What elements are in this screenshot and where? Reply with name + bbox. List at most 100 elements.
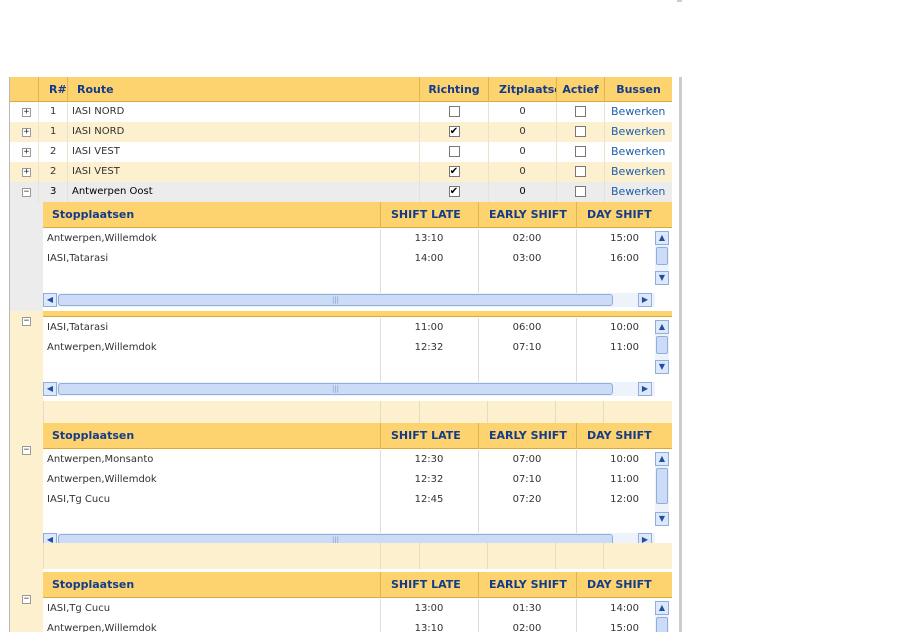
scroll-left-icon[interactable]: ◀	[43, 293, 57, 307]
detail-row[interactable]: IASI,Tatarasi 14:00 03:00 16:00	[43, 249, 653, 269]
day-shift-time: 10:00	[610, 322, 639, 333]
expand-icon[interactable]: +	[22, 128, 31, 137]
column-header-bussen[interactable]: Bussen	[604, 77, 672, 102]
scroll-down-icon[interactable]: ▼	[655, 271, 669, 285]
row-number: 2	[50, 146, 57, 157]
scroll-thumb[interactable]: |||	[58, 294, 613, 306]
column-header-early-shift-time[interactable]: EARLY SHIFT	[478, 423, 576, 449]
stop-name: IASI,Tatarasi	[47, 322, 109, 333]
actief-checkbox[interactable]	[575, 145, 586, 157]
column-header-day-shift-time[interactable]: DAY SHIFT	[576, 423, 668, 449]
table-row[interactable]: +1 IASI NORD 0 Bewerken	[10, 102, 672, 122]
richting-checkbox-cell: ✔	[419, 122, 488, 142]
expand-icon[interactable]: +	[22, 168, 31, 177]
column-header-zitplaatsen[interactable]: Zitplaatse	[488, 77, 556, 102]
scroll-up-icon[interactable]: ▲	[655, 601, 669, 615]
column-header-stop-name[interactable]: Stopplaatsen	[43, 423, 380, 449]
column-header-day-shift-time[interactable]: DAY SHIFT	[576, 572, 668, 598]
detail-row[interactable]: Antwerpen,Willemdok 13:10 02:00 15:00	[43, 229, 653, 249]
bewerken-link[interactable]: Bewerken	[605, 165, 665, 178]
scroll-thumb[interactable]	[656, 468, 668, 504]
column-header-actief[interactable]: Actief	[556, 77, 604, 102]
detail-row[interactable]: IASI,Tg Cucu 13:00 01:30 14:00	[43, 599, 653, 619]
bewerken-link[interactable]: Bewerken	[605, 125, 665, 138]
table-row[interactable]: − 3 Antwerpen Oost ✔ 0 Bewerken	[10, 182, 672, 202]
scroll-left-icon[interactable]: ◀	[43, 382, 57, 396]
detail-row[interactable]: IASI,Tg Cucu 12:45 07:20 12:00	[43, 490, 653, 510]
scroll-thumb[interactable]	[656, 247, 668, 265]
collapse-icon[interactable]: −	[22, 188, 31, 197]
vertical-scrollbar[interactable]: ▲ ▼	[655, 231, 669, 285]
column-header-shift-late-time[interactable]: SHIFT LATE	[380, 572, 478, 598]
column-header-route[interactable]: Route	[67, 77, 419, 102]
detail-row[interactable]: Antwerpen,Willemdok 13:10 02:00 15:00	[43, 619, 653, 632]
shift-late-time: 12:32	[414, 342, 444, 353]
scroll-right-icon[interactable]: ▶	[638, 293, 652, 307]
scroll-right-icon[interactable]: ▶	[638, 382, 652, 396]
actief-checkbox[interactable]	[575, 125, 586, 137]
zitplaatsen-value: 0	[519, 166, 526, 177]
detail-row[interactable]: Antwerpen,Willemdok 12:32 07:10 11:00	[43, 338, 653, 358]
expand-icon[interactable]: +	[22, 108, 31, 117]
bewerken-link[interactable]: Bewerken	[605, 105, 665, 118]
detail-header: Stopplaatsen SHIFT LATE EARLY SHIFT DAY SHI…	[43, 572, 672, 598]
table-row[interactable]: +2 IASI VEST 0 Bewerken	[10, 142, 672, 162]
richting-checkbox[interactable]	[448, 145, 460, 157]
row-number-cell: 1	[38, 102, 67, 122]
bewerken-link[interactable]: Bewerken	[605, 145, 665, 158]
grid-header: R# Route Richting Zitplaatse Actief Buss…	[10, 77, 672, 102]
route-name: Antwerpen Oost	[72, 186, 153, 197]
early-shift-time: 07:10	[512, 342, 542, 353]
day-shift-time: 15:00	[610, 233, 639, 244]
detail-row[interactable]: IASI,Tatarasi 11:00 06:00 10:00	[43, 318, 653, 338]
richting-checkbox-cell: ✔	[419, 162, 488, 182]
scroll-up-icon[interactable]: ▲	[655, 320, 669, 334]
collapse-icon[interactable]: −	[22, 446, 31, 455]
table-row[interactable]: +2 IASI VEST ✔ 0 Bewerken	[10, 162, 672, 182]
scroll-up-icon[interactable]: ▲	[655, 231, 669, 245]
column-divider	[555, 543, 556, 569]
detail-header: Stopplaatsen SHIFT LATE EARLY SHIFT DAY SHI…	[43, 423, 672, 449]
day-shift-time: 15:00	[610, 623, 639, 632]
detail-row[interactable]: Antwerpen,Monsanto 12:30 07:00 10:00	[43, 450, 653, 470]
column-header-rownum[interactable]: R#	[38, 77, 67, 102]
detail-gutter	[10, 202, 43, 311]
collapse-icon[interactable]: −	[22, 595, 31, 604]
column-header-shift-late-time[interactable]: SHIFT LATE	[380, 423, 478, 449]
richting-checkbox[interactable]: ✔	[448, 125, 460, 137]
column-header-stop-name[interactable]: Stopplaatsen	[43, 202, 380, 228]
actief-checkbox[interactable]	[575, 105, 586, 117]
detail-row[interactable]: Antwerpen,Willemdok 12:32 07:10 11:00	[43, 470, 653, 490]
actief-checkbox[interactable]	[575, 185, 586, 197]
vertical-scrollbar[interactable]: ▲	[655, 601, 669, 632]
richting-checkbox-cell: ✔	[419, 182, 488, 202]
scroll-thumb[interactable]	[656, 336, 668, 354]
expand-icon[interactable]: +	[22, 148, 31, 157]
column-header-shift-late-time[interactable]: SHIFT LATE	[380, 202, 478, 228]
column-header-early-shift-time[interactable]: EARLY SHIFT	[478, 202, 576, 228]
collapse-icon[interactable]: −	[22, 317, 31, 326]
richting-checkbox[interactable]: ✔	[448, 185, 460, 197]
vertical-scrollbar[interactable]: ▲ ▼	[655, 452, 669, 526]
stop-name: Antwerpen,Willemdok	[47, 342, 157, 353]
column-header-stop-name[interactable]: Stopplaatsen	[43, 572, 380, 598]
actief-checkbox[interactable]	[575, 165, 586, 177]
scroll-down-icon[interactable]: ▼	[655, 360, 669, 374]
scroll-thumb[interactable]: |||	[58, 383, 613, 395]
scroll-down-icon[interactable]: ▼	[655, 512, 669, 526]
richting-checkbox[interactable]	[448, 105, 460, 117]
column-header-day-shift-time[interactable]: DAY SHIFT	[576, 202, 668, 228]
bewerken-link[interactable]: Bewerken	[605, 185, 665, 198]
column-header-early-shift-time[interactable]: EARLY SHIFT	[478, 572, 576, 598]
richting-checkbox-cell	[419, 142, 488, 162]
scroll-up-icon[interactable]: ▲	[655, 452, 669, 466]
horizontal-scrollbar[interactable]: ◀ ||| ▶	[43, 382, 655, 396]
richting-checkbox[interactable]: ✔	[448, 165, 460, 177]
vertical-scrollbar[interactable]: ▲ ▼	[655, 320, 669, 374]
horizontal-scrollbar[interactable]: ◀ ||| ▶	[43, 293, 655, 307]
table-row[interactable]: +1 IASI NORD ✔ 0 Bewerken	[10, 122, 672, 142]
detail-grid: Stopplaatsen SHIFT LATE EARLY SHIFT DAY SHI…	[43, 572, 672, 632]
scroll-thumb[interactable]	[656, 617, 668, 632]
column-header-richting[interactable]: Richting	[419, 77, 488, 102]
zitplaatsen-value: 0	[519, 126, 526, 137]
